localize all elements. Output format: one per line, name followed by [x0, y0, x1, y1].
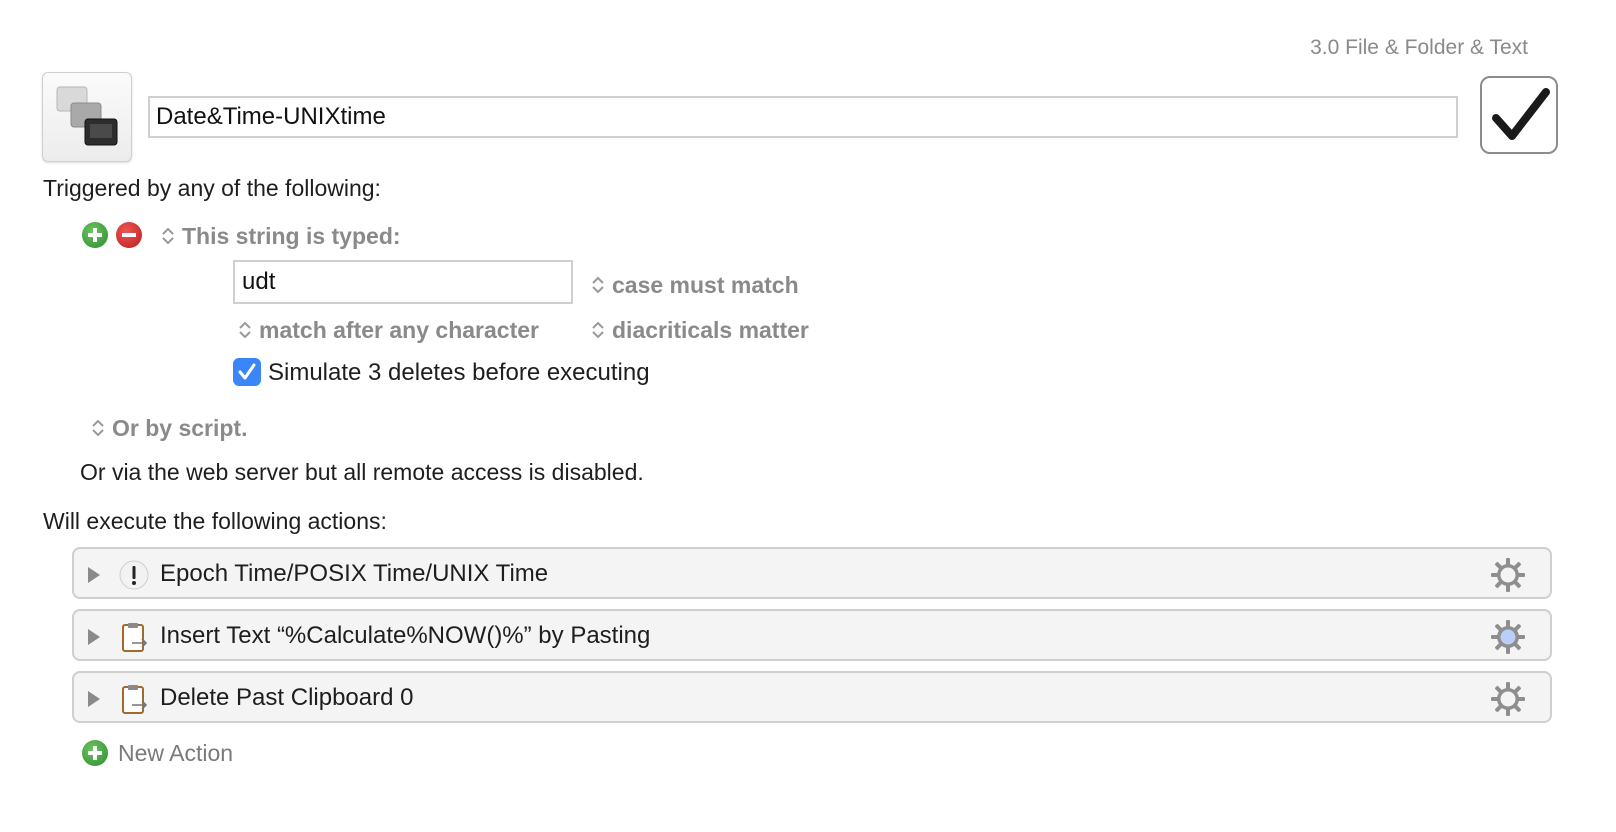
add-trigger-button[interactable] — [82, 222, 108, 248]
stacked-windows-icon[interactable] — [42, 72, 132, 162]
chevron-updown-icon — [592, 321, 604, 339]
case-match-label: case must match — [612, 272, 799, 298]
web-server-note: Or via the web server but all remote acc… — [80, 459, 644, 485]
simulate-deletes-checkbox[interactable] — [233, 358, 261, 386]
plus-icon — [88, 228, 102, 242]
macro-name-field[interactable]: Date&Time-UNIXtime — [148, 96, 1458, 138]
comment-exclamation-icon — [119, 560, 149, 590]
diacriticals-popup[interactable]: diacriticals matter — [590, 317, 809, 344]
trigger-type-label: This string is typed: — [182, 223, 401, 249]
action-title: Insert Text “%Calculate%NOW()%” by Pasti… — [160, 622, 651, 649]
action-row[interactable]: Epoch Time/POSIX Time/UNIX Time — [72, 547, 1552, 599]
minus-icon — [122, 233, 136, 237]
action-title: Delete Past Clipboard 0 — [160, 684, 414, 711]
macro-enabled-checkbox[interactable] — [1480, 76, 1558, 154]
macro-group-label: 3.0 File & Folder & Text — [1310, 36, 1528, 59]
chevron-updown-icon — [592, 276, 604, 294]
case-match-popup[interactable]: case must match — [590, 272, 799, 299]
disclosure-triangle-icon[interactable] — [86, 565, 102, 585]
gear-icon[interactable] — [1490, 619, 1526, 655]
triggers-heading: Triggered by any of the following: — [43, 175, 381, 201]
action-title: Epoch Time/POSIX Time/UNIX Time — [160, 560, 549, 587]
trigger-type-popup[interactable]: This string is typed: — [160, 223, 401, 250]
action-row[interactable]: Insert Text “%Calculate%NOW()%” by Pasti… — [72, 609, 1552, 661]
match-position-popup[interactable]: match after any character — [237, 317, 539, 344]
checkmark-icon — [1492, 88, 1550, 140]
actions-heading: Will execute the following actions: — [43, 508, 387, 534]
simulate-deletes-label: Simulate 3 deletes before executing — [268, 359, 650, 386]
diacriticals-label: diacriticals matter — [612, 317, 809, 343]
clipboard-icon — [122, 685, 148, 714]
clipboard-icon — [122, 623, 148, 652]
gear-icon[interactable] — [1490, 557, 1526, 593]
disclosure-triangle-icon[interactable] — [86, 627, 102, 647]
action-row[interactable]: Delete Past Clipboard 0 — [72, 671, 1552, 723]
chevron-updown-icon — [239, 321, 251, 339]
new-action-label[interactable]: New Action — [118, 740, 233, 767]
script-trigger-popup[interactable]: Or by script. — [90, 415, 247, 442]
checkmark-icon — [238, 363, 256, 380]
chevron-updown-icon — [92, 419, 104, 437]
disclosure-triangle-icon[interactable] — [86, 689, 102, 709]
typed-string-field[interactable]: udt — [233, 260, 573, 304]
script-trigger-label: Or by script. — [112, 415, 248, 441]
match-position-label: match after any character — [259, 317, 539, 343]
remove-trigger-button[interactable] — [116, 222, 142, 248]
plus-icon — [88, 746, 102, 760]
new-action-button[interactable] — [82, 740, 108, 766]
chevron-updown-icon — [162, 227, 174, 245]
gear-icon[interactable] — [1490, 681, 1526, 717]
